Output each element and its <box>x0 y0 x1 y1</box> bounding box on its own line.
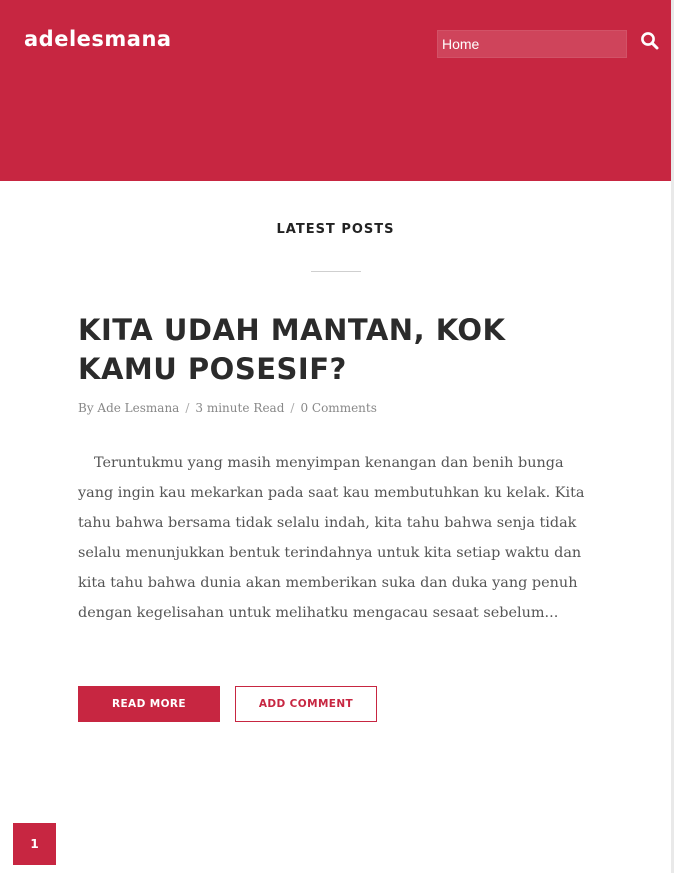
meta-separator: / <box>290 401 295 415</box>
post-comments-link[interactable]: 0 Comments <box>300 401 376 415</box>
search-button[interactable] <box>640 31 660 51</box>
pagination-page-current[interactable]: 1 <box>13 823 56 865</box>
site-logo[interactable]: adelesmana <box>24 27 172 51</box>
nav-menu-select[interactable]: Home <box>437 30 627 58</box>
add-comment-button[interactable]: ADD COMMENT <box>235 686 377 722</box>
section-divider <box>311 271 361 272</box>
search-icon <box>641 32 659 50</box>
post-title[interactable]: KITA UDAH MANTAN, KOK KAMU POSESIF? <box>78 311 598 389</box>
meta-separator: / <box>185 401 190 415</box>
post-meta: By Ade Lesmana / 3 minute Read / 0 Comments <box>78 401 377 415</box>
site-header: adelesmana Home <box>0 0 671 181</box>
post-read-time-suffix: Read <box>253 401 285 415</box>
post-author-link[interactable]: By Ade Lesmana <box>78 401 179 415</box>
section-title: LATEST POSTS <box>276 222 395 237</box>
read-more-button[interactable]: READ MORE <box>78 686 220 722</box>
post-excerpt: Teruntukmu yang masih menyimpan kenangan… <box>78 455 585 621</box>
post-read-time: 3 minute <box>195 401 250 415</box>
